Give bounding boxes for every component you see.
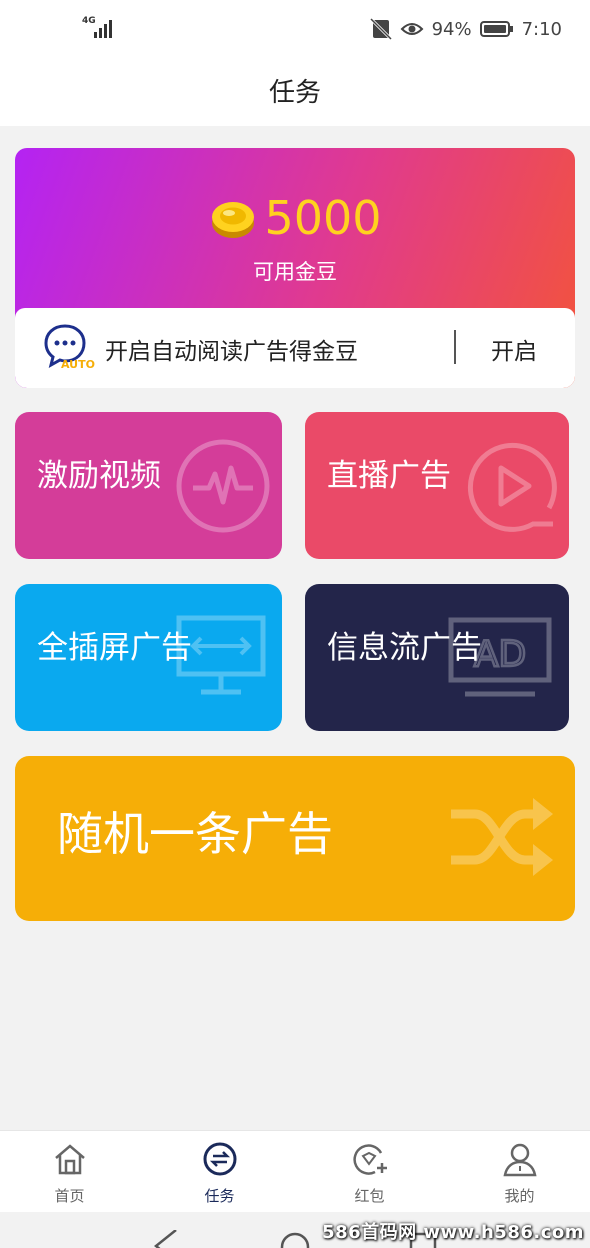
live-ad-tile[interactable]: 直播广告: [305, 412, 569, 559]
home-nav-icon[interactable]: [280, 1230, 310, 1248]
tile-label: 直播广告: [327, 458, 451, 494]
home-icon: [54, 1144, 85, 1175]
coin-balance-card: 5000 可用金豆 AUTO 开启自动阅读广告得金豆 开启: [15, 148, 575, 388]
status-right: 94% 7:10: [369, 18, 562, 40]
random-ad-tile[interactable]: 随机一条广告: [15, 756, 575, 921]
battery-percent: 94%: [431, 18, 472, 40]
back-nav-icon[interactable]: [150, 1230, 180, 1248]
auto-chat-icon: AUTO: [44, 324, 95, 370]
battery-icon: [479, 21, 513, 37]
page-title: 任务: [268, 78, 321, 108]
tab-mine[interactable]: 我的: [446, 1131, 590, 1213]
tile-label: 全插屏广告: [37, 630, 192, 666]
tab-home[interactable]: 首页: [0, 1131, 143, 1213]
feed-ad-tile[interactable]: AD 信息流广告: [305, 584, 569, 731]
coin-label: 可用金豆: [253, 260, 337, 284]
auto-read-divider: [454, 330, 456, 364]
page-header: 任务: [0, 60, 590, 126]
no-sim-icon: [369, 18, 392, 40]
tile-label: 激励视频: [37, 458, 161, 494]
auto-read-bar[interactable]: AUTO 开启自动阅读广告得金豆 开启: [15, 308, 575, 388]
play-icon: [467, 442, 557, 532]
tab-label: 任务: [204, 1187, 235, 1205]
task-icon: [203, 1142, 236, 1176]
tile-label: 信息流广告: [327, 630, 482, 666]
tab-label: 首页: [54, 1187, 85, 1205]
coin-value: 5000: [264, 191, 382, 245]
enable-auto-read-button[interactable]: 开启: [491, 332, 537, 366]
shuffle-icon: [451, 798, 553, 876]
watermark: 586首码网 www.h586.com: [322, 1222, 584, 1243]
signal-indicator: 4G: [82, 16, 116, 42]
incentive-video-tile[interactable]: 激励视频: [15, 412, 282, 559]
tab-red-packet[interactable]: 红包: [296, 1131, 443, 1213]
auto-read-text: 开启自动阅读广告得金豆: [105, 339, 358, 365]
user-icon: [502, 1143, 537, 1177]
pulse-icon: [176, 439, 270, 533]
eye-comfort-icon: [400, 23, 423, 35]
bottom-tab-bar: 首页 任务 红包 我的: [0, 1130, 590, 1213]
tab-tasks[interactable]: 任务: [146, 1131, 293, 1213]
clock: 7:10: [521, 18, 562, 40]
interstitial-ad-tile[interactable]: 全插屏广告: [15, 584, 282, 731]
status-bar: 4G 94% 7:10: [0, 0, 590, 60]
tab-label: 红包: [354, 1187, 385, 1205]
tile-label: 随机一条广告: [57, 807, 333, 861]
coin-balance-row: 5000: [15, 192, 575, 244]
auto-badge: AUTO: [61, 358, 95, 370]
tab-label: 我的: [504, 1187, 535, 1205]
red-packet-icon: [352, 1144, 387, 1175]
signal-bars-icon: [94, 20, 112, 38]
gold-coin-icon: [212, 202, 255, 238]
